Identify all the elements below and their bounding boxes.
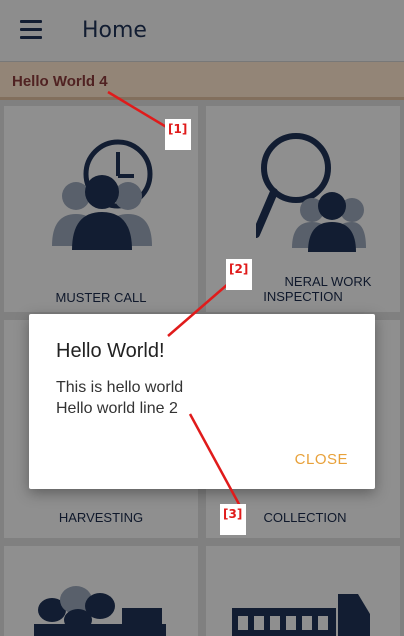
annotation-marker-1: [1]	[165, 119, 192, 150]
annotation-lines	[107, 90, 242, 507]
annotation-marker-2: [2]	[226, 259, 253, 290]
annotation-marker-3: [3]	[220, 504, 247, 535]
